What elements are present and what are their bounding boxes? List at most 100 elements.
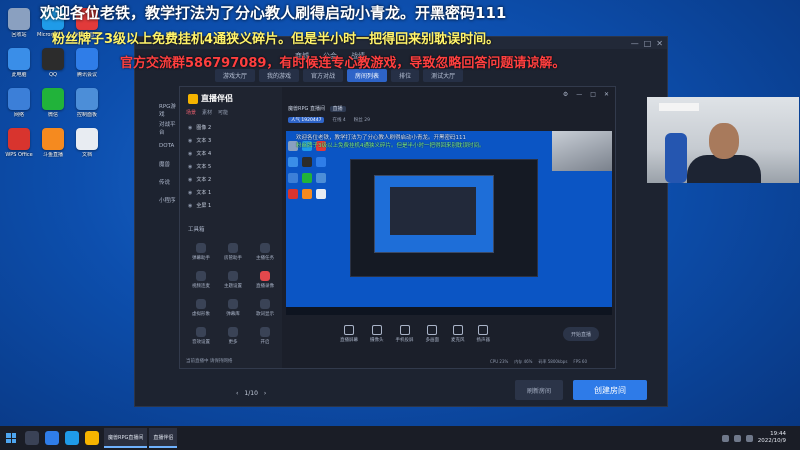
close-icon[interactable]: ✕ [604, 91, 609, 98]
file-explorer-icon[interactable] [45, 431, 59, 445]
tool-label: 虚拟形象 [192, 312, 210, 317]
scene-tab[interactable]: 可能 [218, 109, 228, 116]
desktop-icon[interactable]: 腾讯会议 [71, 48, 103, 88]
refresh-rooms-button[interactable]: 刷新房间 [515, 380, 563, 400]
tool-button[interactable]: 歌词显示 [250, 295, 280, 321]
tool-button[interactable]: 虚拟形象 [186, 295, 216, 321]
tool-button[interactable]: 弹幕助手 [186, 239, 216, 265]
preview-nested-window-3 [390, 187, 476, 235]
preview-overlay-text-2: 粉丝牌子3级以上免费挂机4通狭义碎片。但是半小时一把得回来别耽误时间。 [296, 143, 485, 149]
desktop-icon[interactable]: QQ [37, 48, 69, 88]
tool-label: 弹幕库 [226, 312, 240, 317]
eye-icon[interactable]: ◉ [188, 125, 192, 131]
desktop-icon[interactable]: 此电脑 [3, 48, 35, 88]
preview-icon [288, 157, 298, 167]
network-icon[interactable] [721, 434, 729, 442]
source-item[interactable]: ◉ 全屏 1 [186, 199, 278, 212]
desktop-icon[interactable]: 斗鱼直播 [37, 128, 69, 168]
tool-icon [196, 299, 206, 309]
toolbar-button[interactable]: 扬声器 [477, 325, 490, 343]
stream-assistant-window[interactable]: 直播伴侣 场景 素材 可能 ◉ 图像 2 ◉ 文本 3 ◉ 文本 4 ◉ 文本 5 ◉ 文本 2 ◉ 文本… [179, 86, 616, 369]
toolbar-button[interactable]: 多画面 [426, 325, 439, 343]
toolbar-button[interactable]: 直播屏幕 [340, 325, 358, 343]
task-game-platform[interactable]: 魔兽RPG直播间 [104, 428, 148, 448]
source-item[interactable]: ◉ 文本 1 [186, 186, 278, 199]
start-live-button[interactable]: 开始直播 [563, 327, 599, 341]
eye-icon[interactable]: ◉ [188, 138, 192, 144]
system-tray: 19:44 2022/10/9 [721, 426, 786, 450]
tools-title: 工具箱 [188, 227, 205, 233]
sidebar-item[interactable]: 小程序 [135, 191, 179, 209]
scene-tab[interactable]: 素材 [202, 109, 212, 116]
page-indicator: 1/10 [244, 390, 258, 397]
eye-icon[interactable]: ◉ [188, 164, 192, 170]
tool-icon [260, 271, 270, 281]
start-button[interactable] [0, 426, 22, 450]
scene-tab[interactable]: 场景 [186, 109, 196, 116]
sidebar-item[interactable]: DOTA [135, 137, 179, 155]
toolbar-button[interactable]: 麦克风 [451, 325, 465, 343]
desktop-icon[interactable]: 控制面板 [71, 88, 103, 128]
minimize-icon[interactable]: — [631, 39, 639, 48]
eye-icon[interactable]: ◉ [188, 190, 192, 196]
maximize-icon[interactable]: □ [590, 91, 596, 98]
source-item[interactable]: ◉ 图像 2 [186, 121, 278, 134]
source-label: 文本 4 [196, 151, 212, 157]
next-page-icon[interactable]: › [264, 390, 266, 397]
stream-preview[interactable]: 欢迎各位老铁，教学打法为了分心教人刷得启动小青龙。开黑密码111 粉丝牌子3级以… [286, 131, 612, 315]
toolbar-button[interactable]: 摄像头 [370, 325, 384, 343]
sidebar-item[interactable]: 传说 [135, 173, 179, 191]
source-item[interactable]: ◉ 文本 2 [186, 173, 278, 186]
source-item[interactable]: ◉ 文本 4 [186, 147, 278, 160]
stream-status: 当前直播中 请保持网络 [186, 359, 233, 364]
network-icon [8, 88, 30, 110]
app-name: 直播伴侣 [201, 94, 233, 103]
desktop-icon[interactable]: 微信 [37, 88, 69, 128]
desktop-icon-label: 文档 [81, 152, 92, 158]
sidebar-item[interactable]: 魔兽 [135, 155, 179, 173]
tool-button[interactable]: 更多 [218, 323, 248, 349]
desktop-icon-label: QQ [49, 72, 57, 78]
tool-button[interactable]: 主播任务 [250, 239, 280, 265]
toolbar-icon [452, 325, 463, 335]
stream-stats: 人气 1920447 在线 4 粉丝 29 [288, 117, 370, 123]
desktop-icon[interactable]: WPS Office [3, 128, 35, 168]
tool-button[interactable]: 主题设置 [218, 267, 248, 293]
toolbar-icon [478, 325, 489, 335]
prev-page-icon[interactable]: ‹ [236, 390, 238, 397]
toolbar-button[interactable]: 手机投屏 [396, 325, 414, 343]
close-icon[interactable]: ✕ [656, 39, 663, 48]
minimize-icon[interactable]: — [576, 91, 582, 98]
source-item[interactable]: ◉ 文本 3 [186, 134, 278, 147]
tool-icon [260, 299, 270, 309]
stream-app-icon[interactable] [85, 431, 99, 445]
task-stream-assistant[interactable]: 直播伴侣 [149, 428, 178, 448]
tool-button[interactable]: 直播录像 [250, 267, 280, 293]
settings-icon[interactable]: ⚙ [563, 91, 568, 98]
scene-tabs: 场景 素材 可能 [186, 109, 228, 116]
volume-icon[interactable] [733, 434, 741, 442]
source-item[interactable]: ◉ 文本 5 [186, 160, 278, 173]
ime-icon[interactable] [745, 434, 753, 442]
eye-icon[interactable]: ◉ [188, 151, 192, 157]
tool-button[interactable]: 开启 [250, 323, 280, 349]
edge-icon[interactable] [65, 431, 79, 445]
create-room-button[interactable]: 创建房间 [573, 380, 647, 400]
tool-button[interactable]: 弹幕库 [218, 295, 248, 321]
maximize-icon[interactable]: □ [644, 39, 652, 48]
tool-button[interactable]: 房管助手 [218, 239, 248, 265]
eye-icon[interactable]: ◉ [188, 177, 192, 183]
clock[interactable]: 19:44 2022/10/9 [758, 431, 786, 445]
sidebar-item[interactable]: RPG游戏 [135, 101, 179, 119]
tool-button[interactable]: 音效设置 [186, 323, 216, 349]
toolbar-icon [399, 325, 410, 335]
desktop-icon[interactable]: 文档 [71, 128, 103, 168]
desktop-icon[interactable]: 网络 [3, 88, 35, 128]
source-label: 全屏 1 [196, 203, 212, 209]
source-label: 文本 3 [196, 138, 212, 144]
tool-button[interactable]: 视频连麦 [186, 267, 216, 293]
sidebar-item[interactable]: 对战平台 [135, 119, 179, 137]
eye-icon[interactable]: ◉ [188, 203, 192, 209]
search-icon[interactable] [25, 431, 39, 445]
desktop-icon[interactable]: 回收站 [3, 8, 35, 48]
